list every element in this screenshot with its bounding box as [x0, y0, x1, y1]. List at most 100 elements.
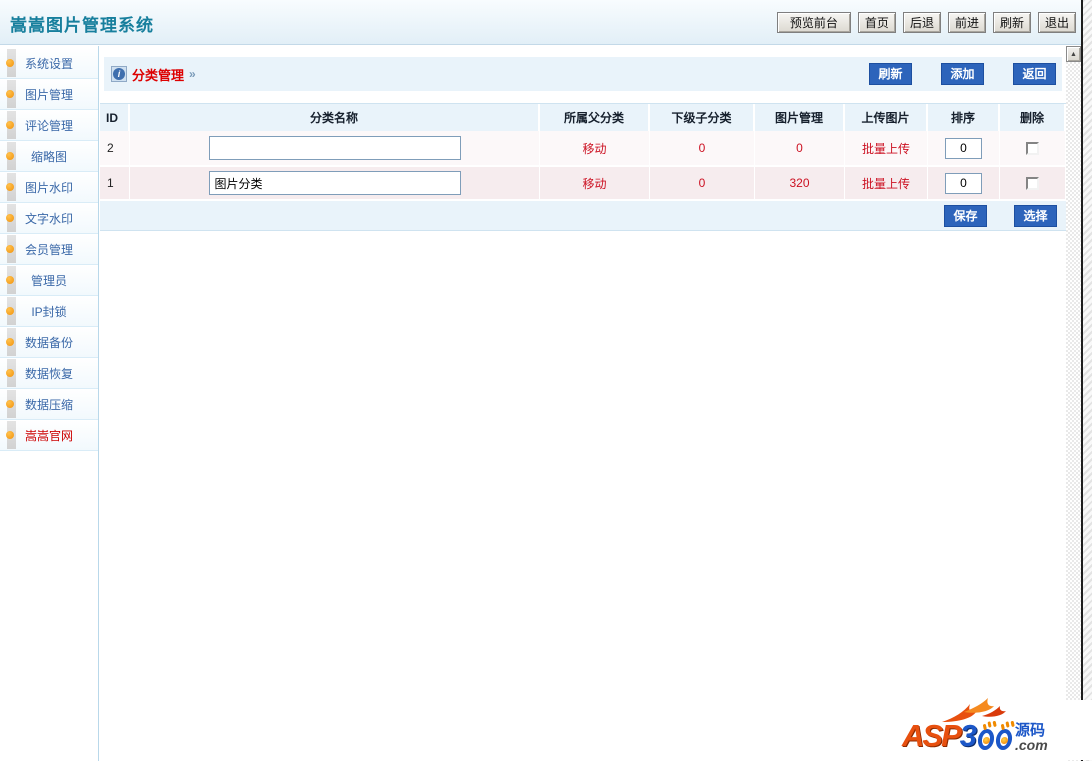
logo-asp-text: ASP: [902, 718, 962, 753]
column-header-category-name: 分类名称: [130, 104, 540, 131]
image-count-link[interactable]: 0: [755, 131, 845, 165]
column-header-id: ID: [100, 104, 130, 131]
bullet-dot-icon: [6, 90, 14, 98]
chevron-right-icon: »: [189, 67, 196, 81]
row-id: 2: [100, 131, 130, 165]
sidebar-item-label: 文字水印: [24, 211, 73, 226]
bullet-dot-icon: [6, 121, 14, 129]
window-nav-buttons: 预览前台 首页 后退 前进 刷新 退出: [776, 12, 1076, 33]
image-count-link[interactable]: 320: [755, 167, 845, 199]
bullet-dot-icon: [6, 307, 14, 315]
move-link[interactable]: 移动: [540, 131, 650, 165]
save-button[interactable]: 保存: [944, 204, 987, 227]
delete-cell: [1000, 167, 1066, 199]
toolbar-buttons: 刷新 添加 返回: [869, 63, 1062, 85]
select-button[interactable]: 选择: [1014, 204, 1057, 227]
sub-category-count-link[interactable]: 0: [650, 131, 755, 165]
delete-checkbox[interactable]: [1026, 176, 1039, 190]
sidebar: 系统设置 图片管理 评论管理 缩略图 图片水印 文字水印 会员管理 管理员 IP…: [0, 46, 99, 761]
logo-zero-eye-icon: [994, 729, 1014, 750]
column-header-image-management: 图片管理: [755, 104, 845, 131]
sidebar-item-label: 数据压缩: [24, 397, 73, 412]
asp300-logo-text: ASP 3 源码 .com: [902, 718, 1048, 753]
batch-upload-link[interactable]: 批量上传: [845, 167, 928, 199]
sidebar-item-administrator[interactable]: 管理员: [0, 265, 98, 296]
column-header-parent-category: 所属父分类: [540, 104, 650, 131]
sidebar-item-label: 缩略图: [30, 149, 67, 164]
sidebar-item-ip-block[interactable]: IP封锁: [0, 296, 98, 327]
app-header: 嵩嵩图片管理系统 预览前台 首页 后退 前进 刷新 退出: [0, 0, 1092, 45]
sidebar-item-comment-management[interactable]: 评论管理: [0, 110, 98, 141]
sidebar-item-data-backup[interactable]: 数据备份: [0, 327, 98, 358]
window-edge-hatch: [1083, 0, 1092, 761]
sort-order-input[interactable]: [945, 137, 982, 159]
refresh-list-button[interactable]: 刷新: [869, 63, 912, 85]
logo-zero-eye-icon: [976, 729, 996, 750]
info-icon: i: [111, 66, 127, 82]
sub-category-count-link[interactable]: 0: [650, 167, 755, 199]
sidebar-item-image-management[interactable]: 图片管理: [0, 79, 98, 110]
sidebar-item-label: 数据恢复: [24, 366, 73, 381]
sidebar-item-label: 系统设置: [24, 56, 73, 71]
sidebar-item-text-watermark[interactable]: 文字水印: [0, 203, 98, 234]
table-footer-actions: 保存 选择: [100, 201, 1066, 231]
exit-button[interactable]: 退出: [1037, 12, 1076, 33]
row-id: 1: [100, 167, 130, 199]
app-title: 嵩嵩图片管理系统: [10, 16, 154, 35]
move-link[interactable]: 移动: [540, 167, 650, 199]
bullet-dot-icon: [6, 59, 14, 67]
sidebar-item-label: IP封锁: [31, 304, 67, 319]
batch-upload-link[interactable]: 批量上传: [845, 131, 928, 165]
sidebar-item-label: 嵩嵩官网: [24, 428, 73, 443]
table-row: 1 移动 0 320 批量上传: [100, 167, 1066, 201]
category-table: ID 分类名称 所属父分类 下级子分类 图片管理 上传图片 排序 删除 2 移动…: [100, 103, 1066, 231]
sidebar-item-official-site[interactable]: 嵩嵩官网: [0, 420, 98, 451]
vertical-scrollbar: ▲: [1066, 46, 1081, 761]
sort-cell: [928, 167, 1000, 199]
sidebar-item-image-watermark[interactable]: 图片水印: [0, 172, 98, 203]
add-category-button[interactable]: 添加: [941, 63, 984, 85]
app-window: 嵩嵩图片管理系统 预览前台 首页 后退 前进 刷新 退出 系统设置 图片管理 评…: [0, 0, 1092, 761]
sidebar-item-system-settings[interactable]: 系统设置: [0, 48, 98, 79]
scrollbar-up-arrow-icon[interactable]: ▲: [1066, 46, 1081, 62]
bullet-dot-icon: [6, 338, 14, 346]
bullet-dot-icon: [6, 400, 14, 408]
back-button[interactable]: 后退: [902, 12, 941, 33]
category-name-cell: [130, 167, 540, 199]
delete-cell: [1000, 131, 1066, 165]
sidebar-item-label: 图片管理: [24, 87, 73, 102]
return-button[interactable]: 返回: [1013, 63, 1056, 85]
category-name-input[interactable]: [208, 136, 461, 160]
sidebar-item-member-management[interactable]: 会员管理: [0, 234, 98, 265]
sidebar-item-label: 管理员: [30, 273, 67, 288]
bullet-dot-icon: [6, 183, 14, 191]
bullet-dot-icon: [6, 369, 14, 377]
asp300-watermark: ASP 3 源码 .com: [900, 698, 1092, 760]
sidebar-item-label: 数据备份: [24, 335, 73, 350]
sort-order-input[interactable]: [945, 172, 982, 194]
column-header-delete: 删除: [1000, 104, 1066, 131]
bullet-dot-icon: [6, 431, 14, 439]
sidebar-item-data-restore[interactable]: 数据恢复: [0, 358, 98, 389]
preview-frontend-button[interactable]: 预览前台: [776, 12, 851, 33]
sidebar-item-label: 会员管理: [24, 242, 73, 257]
content-toolbar: i 分类管理 » 刷新 添加 返回: [104, 57, 1062, 91]
logo-cn-text: 源码: [1015, 722, 1046, 739]
refresh-window-button[interactable]: 刷新: [992, 12, 1031, 33]
table-row: 2 移动 0 0 批量上传: [100, 131, 1066, 167]
sidebar-item-thumbnail[interactable]: 缩略图: [0, 141, 98, 172]
forward-button[interactable]: 前进: [947, 12, 986, 33]
bullet-dot-icon: [6, 276, 14, 284]
page-title: 分类管理: [132, 67, 185, 83]
scrollbar-track[interactable]: [1066, 62, 1081, 761]
bullet-dot-icon: [6, 152, 14, 160]
sidebar-item-label: 评论管理: [24, 118, 73, 133]
category-name-input[interactable]: [208, 171, 461, 195]
category-name-cell: [130, 131, 540, 165]
bullet-dot-icon: [6, 245, 14, 253]
delete-checkbox[interactable]: [1026, 141, 1039, 155]
bullet-dot-icon: [6, 214, 14, 222]
sidebar-item-data-compress[interactable]: 数据压缩: [0, 389, 98, 420]
home-button[interactable]: 首页: [857, 12, 896, 33]
column-header-sub-category: 下级子分类: [650, 104, 755, 131]
